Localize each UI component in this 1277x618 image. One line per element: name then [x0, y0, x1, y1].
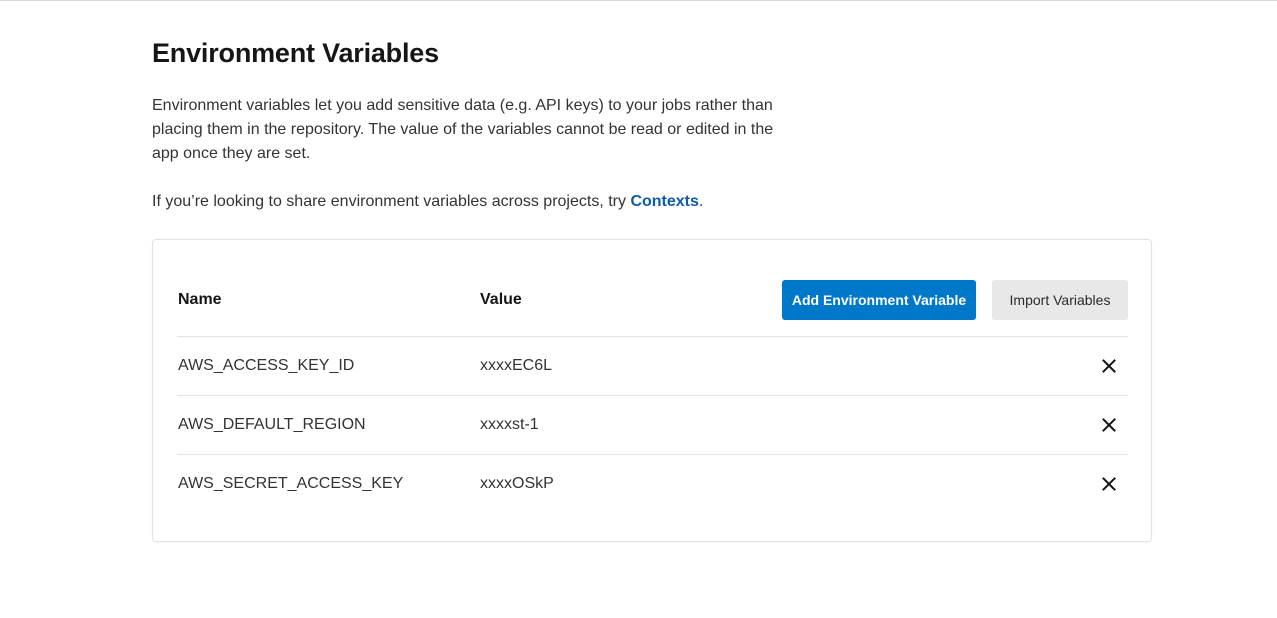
page-title: Environment Variables — [152, 38, 439, 68]
variable-value: xxxxEC6L — [480, 357, 553, 374]
table-row: AWS_ACCESS_KEY_ID xxxxEC6L — [177, 337, 1128, 396]
delete-variable-button[interactable] — [1097, 357, 1121, 375]
variable-name: AWS_ACCESS_KEY_ID — [178, 357, 355, 374]
table-row: AWS_SECRET_ACCESS_KEY xxxxOSkP — [177, 455, 1128, 514]
contexts-link[interactable]: Contexts — [630, 193, 698, 210]
close-icon — [1102, 477, 1116, 491]
import-variables-button[interactable]: Import Variables — [992, 280, 1128, 320]
delete-variable-button[interactable] — [1097, 416, 1121, 434]
table-row: AWS_DEFAULT_REGION xxxxst-1 — [177, 396, 1128, 455]
top-divider — [0, 0, 1277, 1]
variable-value: xxxxst-1 — [480, 416, 539, 433]
contexts-hint-text: If you’re looking to share environment v… — [152, 193, 631, 210]
variable-name: AWS_SECRET_ACCESS_KEY — [178, 475, 404, 492]
close-icon — [1102, 359, 1116, 373]
close-icon — [1102, 418, 1116, 432]
table-header-row: Name Value Add Environment Variable Impo… — [177, 280, 1128, 337]
delete-variable-button[interactable] — [1097, 475, 1121, 493]
table-body: AWS_ACCESS_KEY_ID xxxxEC6L AWS_DEFAULT_REG… — [177, 337, 1128, 514]
column-header-value: Value — [480, 291, 522, 308]
contexts-hint: If you’re looking to share environment v… — [152, 190, 703, 214]
contexts-hint-suffix: . — [698, 193, 704, 210]
variable-value: xxxxOSkP — [480, 475, 554, 492]
variable-name: AWS_DEFAULT_REGION — [178, 416, 366, 433]
page-description: Environment variables let you add sensit… — [152, 97, 774, 162]
column-header-name: Name — [178, 291, 222, 308]
env-vars-table: Name Value Add Environment Variable Impo… — [177, 280, 1128, 514]
env-vars-card: Name Value Add Environment Variable Impo… — [152, 239, 1152, 542]
add-environment-variable-button[interactable]: Add Environment Variable — [782, 280, 976, 320]
